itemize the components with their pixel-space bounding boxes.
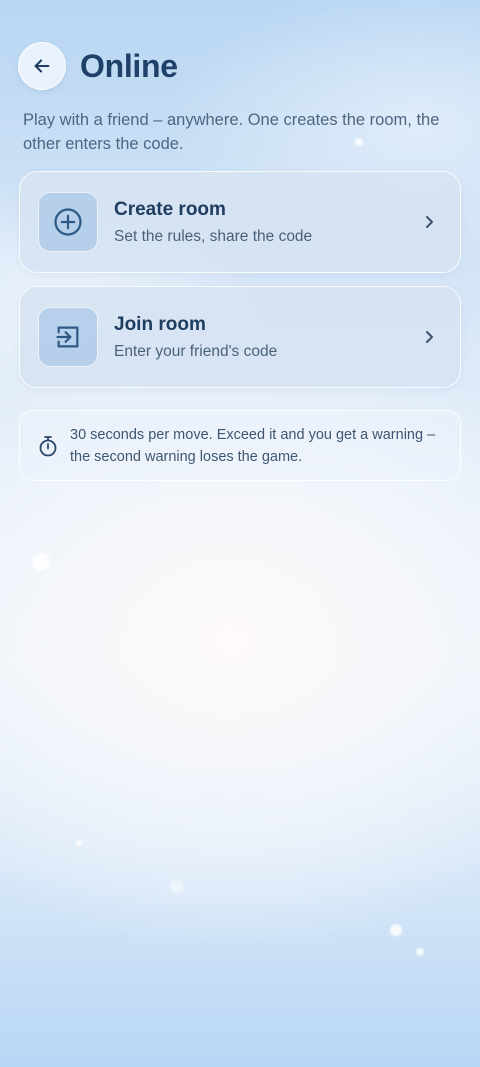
- sparkle-decoration: [416, 948, 424, 956]
- create-room-card[interactable]: Create room Set the rules, share the cod…: [19, 171, 461, 273]
- join-room-icon-box: [38, 307, 98, 367]
- arrow-left-icon: [34, 59, 50, 73]
- plus-circle-icon: [54, 208, 82, 236]
- create-room-icon-box: [38, 192, 98, 252]
- page-subtitle: Play with a friend – anywhere. One creat…: [23, 111, 440, 153]
- page-title: Online: [80, 47, 178, 84]
- join-room-card[interactable]: Join room Enter your friend's code: [19, 286, 461, 388]
- sparkle-decoration: [170, 880, 184, 894]
- sparkle-decoration: [390, 924, 402, 936]
- chevron-right-icon: [426, 331, 433, 343]
- create-room-title: Create room: [114, 198, 226, 220]
- move-timer-text: 30 seconds per move. Exceed it and you g…: [70, 426, 436, 465]
- sparkle-decoration: [32, 553, 50, 571]
- create-room-description: Set the rules, share the code: [114, 227, 313, 245]
- stopwatch-icon: [39, 435, 57, 456]
- back-button[interactable]: [18, 42, 66, 90]
- join-room-title: Join room: [114, 313, 206, 335]
- login-arrow-icon: [56, 326, 79, 348]
- chevron-right-icon: [426, 216, 433, 228]
- sparkle-decoration: [76, 840, 82, 846]
- move-timer-info: 30 seconds per move. Exceed it and you g…: [19, 410, 461, 481]
- join-room-description: Enter your friend's code: [114, 342, 278, 360]
- header: Online: [18, 42, 178, 90]
